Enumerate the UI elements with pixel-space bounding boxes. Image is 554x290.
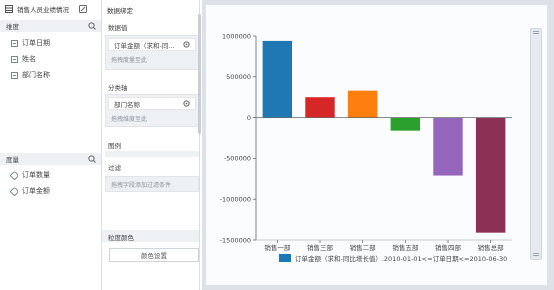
measure-field-order-quantity[interactable]: 订单数量 <box>0 167 100 183</box>
dataset-header[interactable]: 销售人员业绩情况 <box>0 0 102 18</box>
bars <box>262 40 506 233</box>
legend-section-label: 图例 <box>108 142 121 150</box>
category-section-label: 分类轴 <box>108 84 128 92</box>
dataset-title: 销售人员业绩情况 <box>17 6 69 14</box>
color-settings-button[interactable]: 颜色设置 <box>109 248 199 262</box>
x-tick-label: 销售总部 <box>478 243 505 252</box>
search-icon[interactable] <box>88 155 96 163</box>
measures-header: 度量 <box>0 153 101 165</box>
dimensions-header: 维度 <box>0 20 101 32</box>
y-axis: 1000000 500000 0 -500000 -1000000 -1500000 <box>220 32 257 244</box>
filter-hint: 拖拽字段添加过滤条件 <box>111 182 172 189</box>
filter-section-label: 过滤 <box>108 164 121 172</box>
y-tick-label: -1000000 <box>220 196 251 204</box>
slider-handle-bottom[interactable] <box>533 253 539 256</box>
legend[interactable]: 订单金额（求和-同比增长值）.2010-01-01<=订单日期<=2010-06… <box>279 254 507 263</box>
bar-3[interactable] <box>347 90 378 118</box>
x-tick-label: 销售二部 <box>350 243 377 252</box>
slider-handle-top[interactable] <box>533 31 539 34</box>
dimension-icon <box>11 55 18 63</box>
chip-label: 订单金额（求和-同... <box>114 41 175 50</box>
y-tick-label: 1000000 <box>222 32 251 40</box>
color-section-header: 粒度颜色 <box>102 230 199 242</box>
y-tick-label: 500000 <box>226 73 251 81</box>
legend-dropzone[interactable] <box>105 151 199 157</box>
search-icon[interactable] <box>88 22 96 30</box>
value-section-label: 数据值 <box>108 24 128 32</box>
measure-field-order-amount[interactable]: 订单金额 <box>0 183 100 199</box>
binding-title: 数据绑定 <box>107 7 133 15</box>
data-pane: 销售人员业绩情况 维度 订单日期 姓名 部门名称 度量 订单数量 订单金额 <box>0 0 102 290</box>
scrollbar[interactable] <box>198 14 201 134</box>
x-tick-label: 销售五部 <box>392 243 419 252</box>
value-dropzone[interactable]: 订单金额（求和-同... 拖拽度量至此 <box>105 35 199 70</box>
binding-pane: 数据绑定 数据值 订单金额（求和-同... 拖拽度量至此 分类轴 部门名称 拖拽… <box>102 0 200 290</box>
edit-dataset-icon[interactable] <box>79 5 87 13</box>
x-axis: 销售一部 销售三部 销售二部 销售五部 销售四部 销售总部 <box>256 117 512 252</box>
dimension-icon <box>11 39 18 47</box>
field-label: 订单日期 <box>22 39 50 47</box>
filter-dropzone[interactable]: 拖拽字段添加过滤条件 <box>105 176 199 192</box>
category-field-chip[interactable]: 部门名称 <box>108 97 196 110</box>
zoom-slider[interactable] <box>530 28 542 260</box>
bar-2[interactable] <box>305 97 335 118</box>
y-tick-label: -1500000 <box>220 236 251 244</box>
x-tick-label: 销售三部 <box>307 243 334 252</box>
settings-icon[interactable] <box>183 100 190 107</box>
legend-label: 订单金额（求和-同比增长值）.2010-01-01<=订单日期<=2010-06… <box>295 254 507 263</box>
category-hint: 拖拽维度至此 <box>111 116 148 123</box>
x-tick-label: 销售四部 <box>435 243 462 252</box>
measure-icon <box>9 170 20 180</box>
y-tick-label: -500000 <box>224 155 251 163</box>
field-label: 部门名称 <box>22 71 50 79</box>
measure-icon <box>9 186 20 196</box>
dataset-icon <box>5 5 13 13</box>
value-field-chip[interactable]: 订单金额（求和-同... <box>108 38 196 51</box>
bar-6[interactable] <box>475 117 506 233</box>
bar-1[interactable] <box>262 40 293 118</box>
dimension-icon <box>11 71 18 79</box>
bar-4[interactable] <box>390 117 421 131</box>
field-label: 姓名 <box>22 55 36 63</box>
measure-list: 订单数量 订单金额 <box>0 167 100 199</box>
chart-card: 1000000 500000 0 -500000 -1000000 -1500000 销售… <box>206 5 547 285</box>
legend-swatch <box>279 254 291 262</box>
measures-title: 度量 <box>6 156 19 164</box>
settings-icon[interactable] <box>183 41 190 48</box>
dimension-field-department[interactable]: 部门名称 <box>0 67 100 83</box>
dimension-list: 订单日期 姓名 部门名称 <box>0 35 100 83</box>
bar-5[interactable] <box>433 117 463 176</box>
field-label: 订单金额 <box>22 187 50 195</box>
category-dropzone[interactable]: 部门名称 拖拽维度至此 <box>105 94 199 127</box>
value-hint: 拖拽度量至此 <box>111 57 148 64</box>
dimensions-title: 维度 <box>6 23 19 31</box>
chip-label: 部门名称 <box>114 100 140 109</box>
x-tick-label: 销售一部 <box>264 243 291 252</box>
bar-chart: 1000000 500000 0 -500000 -1000000 -1500000 销售… <box>220 32 512 263</box>
field-label: 订单数量 <box>22 171 50 179</box>
y-tick-label: 0 <box>247 114 251 122</box>
color-section-label: 粒度颜色 <box>108 234 134 242</box>
dimension-field-name[interactable]: 姓名 <box>0 51 100 67</box>
dimension-field-order-date[interactable]: 订单日期 <box>0 35 100 51</box>
